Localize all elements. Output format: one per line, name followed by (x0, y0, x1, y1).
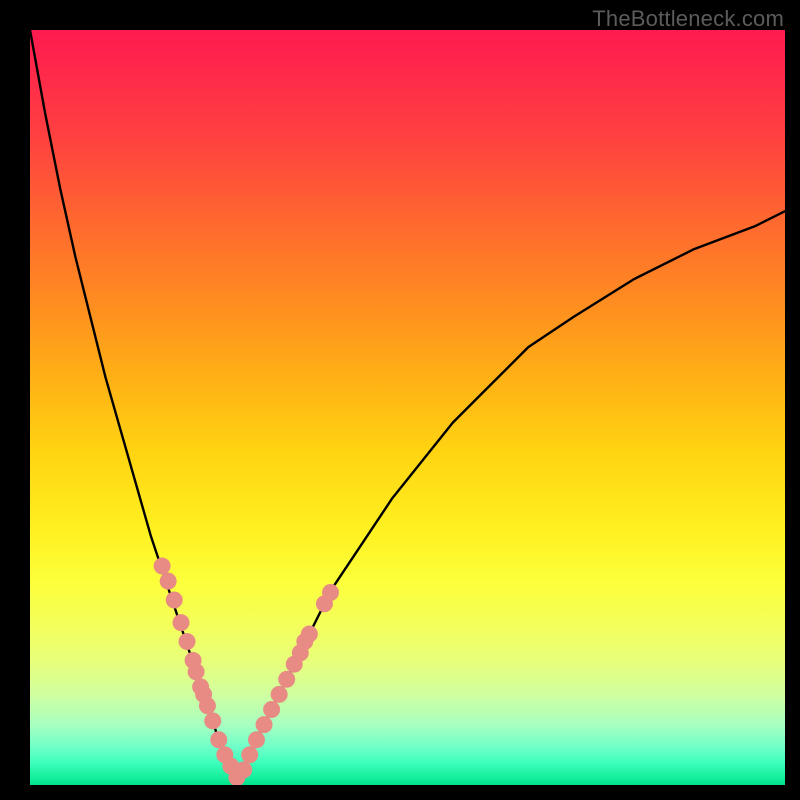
data-point (235, 761, 252, 778)
plot-area (30, 30, 785, 785)
data-point (322, 584, 339, 601)
data-point (179, 633, 196, 650)
data-point (173, 614, 190, 631)
data-point (278, 671, 295, 688)
data-point (256, 716, 273, 733)
data-point (241, 746, 258, 763)
data-point (301, 626, 318, 643)
data-point (160, 573, 177, 590)
data-point (271, 686, 288, 703)
data-point (210, 731, 227, 748)
watermark-text: TheBottleneck.com (592, 6, 784, 32)
chart-svg (30, 30, 785, 785)
data-point (154, 558, 171, 575)
data-point (263, 701, 280, 718)
chart-frame: TheBottleneck.com (0, 0, 800, 800)
data-point (188, 663, 205, 680)
curve-right-branch (234, 211, 785, 785)
data-point (248, 731, 265, 748)
data-point (166, 592, 183, 609)
data-point (199, 697, 216, 714)
data-point (204, 712, 221, 729)
